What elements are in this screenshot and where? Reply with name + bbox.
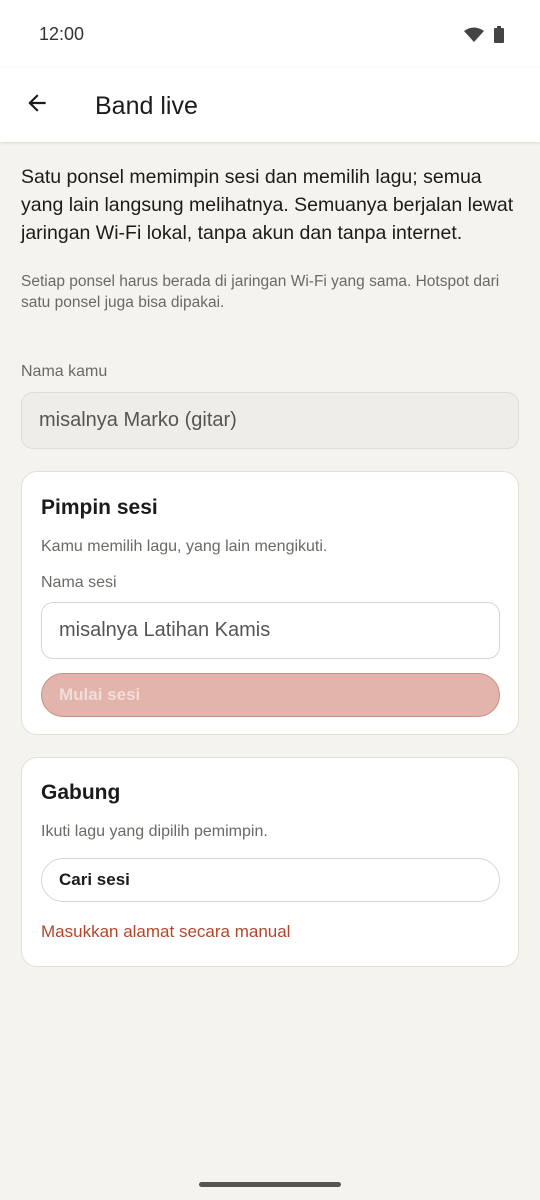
name-input-placeholder: misalnya Marko (gitar) (39, 409, 237, 431)
status-bar: 12:00 (0, 0, 540, 68)
status-time: 12:00 (39, 24, 85, 44)
search-session-label: Cari sesi (59, 870, 130, 889)
join-card-description: Ikuti lagu yang dipilih pemimpin. (41, 823, 268, 840)
session-name-input[interactable]: misalnya Latihan Kamis (41, 602, 500, 659)
intro-text: Satu ponsel memimpin sesi dan memilih la… (21, 166, 514, 244)
join-session-card: Gabung Ikuti lagu yang dipilih pemimpin.… (21, 757, 519, 967)
start-session-button[interactable]: Mulai sesi (41, 673, 500, 717)
name-input[interactable]: misalnya Marko (gitar) (21, 392, 519, 449)
lead-card-description: Kamu memilih lagu, yang lain mengikuti. (41, 538, 328, 555)
main-content: Satu ponsel memimpin sesi dan memilih la… (21, 163, 519, 967)
wifi-icon (464, 27, 484, 48)
status-icons (464, 26, 504, 48)
back-button[interactable] (14, 82, 60, 128)
session-name-label: Nama sesi (41, 574, 117, 591)
home-indicator[interactable] (199, 1182, 341, 1187)
start-session-label: Mulai sesi (59, 685, 141, 704)
join-card-title: Gabung (41, 781, 121, 804)
name-label: Nama kamu (21, 363, 108, 380)
battery-icon (494, 26, 504, 48)
search-session-button[interactable]: Cari sesi (41, 858, 500, 902)
arrow-left-icon (24, 90, 50, 121)
top-app-bar: Band live (0, 68, 540, 142)
manual-address-link[interactable]: Masukkan alamat secara manual (41, 922, 290, 942)
page-title: Band live (95, 92, 198, 120)
wifi-note: Setiap ponsel harus berada di jaringan W… (21, 273, 500, 311)
lead-card-title: Pimpin sesi (41, 496, 158, 519)
lead-session-card: Pimpin sesi Kamu memilih lagu, yang lain… (21, 471, 519, 735)
session-name-placeholder: misalnya Latihan Kamis (59, 619, 271, 641)
